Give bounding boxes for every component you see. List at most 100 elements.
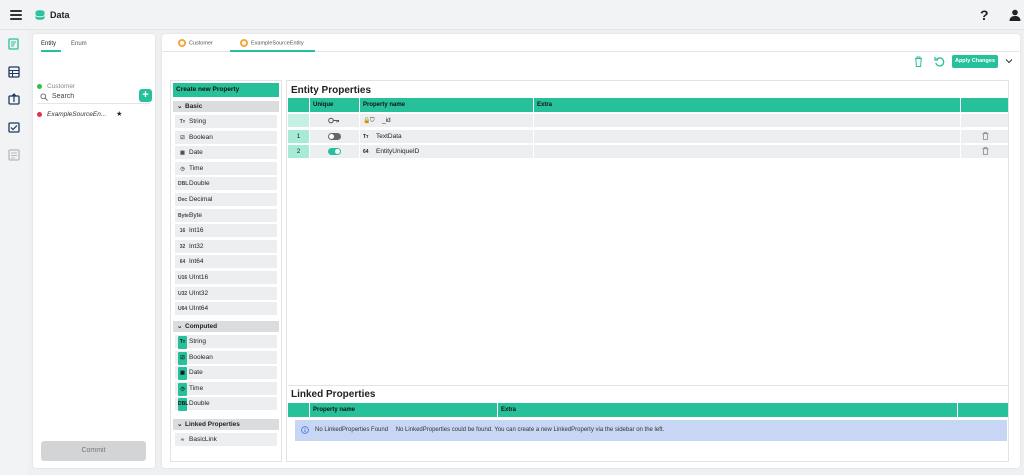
section-label: Basic	[185, 103, 203, 110]
palette-item-label: Date	[189, 369, 203, 377]
property-name: _id	[382, 117, 391, 124]
discard-icon[interactable]	[914, 56, 923, 67]
unique-cell[interactable]	[310, 114, 359, 127]
entity-tab-icon	[240, 39, 248, 47]
basic-int16[interactable]: 16 Int16	[175, 224, 277, 238]
byte-type-icon: Byte	[178, 212, 189, 219]
delete-icon[interactable]	[982, 131, 989, 140]
computed-string[interactable]: Tт String	[175, 335, 277, 349]
basic-string[interactable]: Tт String	[175, 115, 277, 128]
report-icon[interactable]	[8, 149, 20, 161]
apply-changes-button[interactable]: Apply Changes	[952, 55, 998, 68]
property-name-column-header: Property name	[360, 98, 533, 112]
property-name-cell[interactable]: Tт TextData	[360, 129, 533, 143]
add-entity-button[interactable]: +	[139, 89, 152, 102]
info-icon	[301, 426, 309, 434]
basic-double[interactable]: DBLDouble	[175, 177, 277, 191]
section-basic[interactable]: ⌄ Basic	[173, 101, 279, 112]
tab-label: ExampleSourceEntity	[251, 40, 304, 47]
computed-double[interactable]: DBLDouble	[175, 397, 277, 412]
basic-uint16[interactable]: U16 UInt16	[175, 271, 277, 284]
undo-icon[interactable]	[934, 56, 945, 67]
section-computed[interactable]: ⌄ Computed	[173, 321, 279, 332]
tab-examplesourceentity[interactable]: ExampleSourceEntity	[240, 39, 304, 47]
extra-cell	[534, 145, 960, 158]
table-edit-icon[interactable]	[8, 66, 20, 78]
computed-boolean[interactable]: ☑ Boolean	[175, 350, 277, 365]
entity-name: Customer	[47, 83, 76, 90]
property-name-cell[interactable]: 🔒⛉ _id	[360, 114, 533, 127]
palette-item-label: Decimal	[189, 196, 213, 203]
nav-rail	[0, 30, 28, 475]
computed-time[interactable]: ◷ Time	[175, 381, 277, 396]
tab-entity[interactable]: Entity	[41, 41, 56, 47]
extra-column-header: Extra	[498, 403, 957, 417]
actions-cell	[961, 114, 1008, 127]
basic-byte[interactable]: ByteByte	[175, 208, 277, 222]
import-icon[interactable]	[8, 93, 20, 105]
chevron-down-icon[interactable]	[1005, 58, 1013, 64]
property-name-column-header: Property name	[310, 403, 497, 417]
boolean-type-icon: ☑	[178, 351, 187, 365]
basic-date[interactable]: ▦ Date	[175, 146, 277, 160]
tab-enum[interactable]: Enum	[71, 41, 87, 47]
entity-item-customer[interactable]: Customer	[37, 83, 75, 95]
actions-cell	[961, 129, 1008, 143]
string-type-icon: Tт	[178, 336, 187, 349]
extra-cell	[534, 129, 960, 143]
linked-basiclink[interactable]: ∞ BasicLink	[175, 433, 277, 446]
double-type-icon: DBL	[178, 181, 189, 188]
palette-item-label: UInt32	[189, 289, 209, 297]
palette-item-label: Int64	[189, 258, 204, 266]
palette-item-label: Double	[189, 180, 210, 188]
chevron-down-icon: ⌄	[177, 323, 183, 330]
basiclink-type-icon: ∞	[180, 437, 185, 443]
palette-item-label: Int16	[189, 227, 204, 235]
empty-text: No LinkedProperties could be found. You …	[395, 427, 665, 433]
date-type-icon: ▦	[178, 367, 187, 381]
linked-properties-title: Linked Properties	[291, 389, 376, 400]
basic-uint64[interactable]: U64 UInt64	[175, 302, 277, 316]
unique-toggle[interactable]	[328, 148, 341, 155]
unique-toggle[interactable]	[328, 132, 341, 140]
data-model-icon[interactable]	[8, 38, 20, 50]
entity-tab-icon	[178, 39, 186, 47]
basic-decimal[interactable]: Dec Decimal	[175, 193, 277, 206]
palette-item-label: String	[189, 338, 206, 345]
active-tab-indicator	[230, 50, 315, 52]
entity-item-examplesourceentity[interactable]: ExampleSourceEn... ★	[37, 110, 122, 122]
uint64-type-icon: U64	[178, 306, 188, 313]
property-name-cell[interactable]: 64 EntityUniqueID	[360, 145, 533, 158]
user-icon[interactable]	[1009, 9, 1021, 21]
unique-cell[interactable]	[310, 129, 359, 143]
tab-customer[interactable]: Customer	[178, 39, 213, 47]
computed-date[interactable]: ▦ Date	[175, 366, 277, 381]
property-name: EntityUniqueID	[376, 148, 420, 155]
checklist-icon[interactable]	[8, 121, 20, 133]
file-tabs: Customer ExampleSourceEntity	[162, 34, 1020, 52]
delete-icon[interactable]	[982, 147, 989, 155]
basic-uint32[interactable]: U32 UInt32	[175, 286, 277, 300]
index-column-header	[288, 403, 309, 417]
palette-item-label: Time	[189, 164, 204, 172]
hamburger-menu-icon[interactable]	[10, 10, 22, 20]
basic-boolean[interactable]: ☑ Boolean	[175, 130, 277, 144]
top-bar: Data ?	[0, 0, 1024, 30]
entity-properties-panel: Entity Properties Unique Property name E…	[286, 80, 1009, 462]
unique-cell[interactable]	[310, 145, 359, 158]
commit-button[interactable]: Commit	[41, 441, 146, 461]
uint16-type-icon: U16	[178, 275, 188, 281]
status-dot	[37, 111, 42, 117]
basic-int32[interactable]: 32 Int32	[175, 239, 277, 253]
palette-item-label: BasicLink	[189, 436, 217, 443]
main-panel: Customer ExampleSourceEntity Apply Chang…	[162, 34, 1020, 468]
create-property-header: Create new Property	[173, 83, 279, 97]
palette-item-label: Double	[189, 400, 210, 408]
basic-time[interactable]: ◷ Time	[175, 161, 277, 175]
section-linked[interactable]: ⌄ Linked Properties	[173, 419, 279, 430]
basic-int64[interactable]: 64 Int64	[175, 255, 277, 269]
row-index	[288, 114, 309, 127]
palette-item-label: Boolean	[189, 133, 213, 141]
help-icon[interactable]: ?	[980, 7, 989, 23]
palette-item-label: String	[189, 118, 206, 125]
